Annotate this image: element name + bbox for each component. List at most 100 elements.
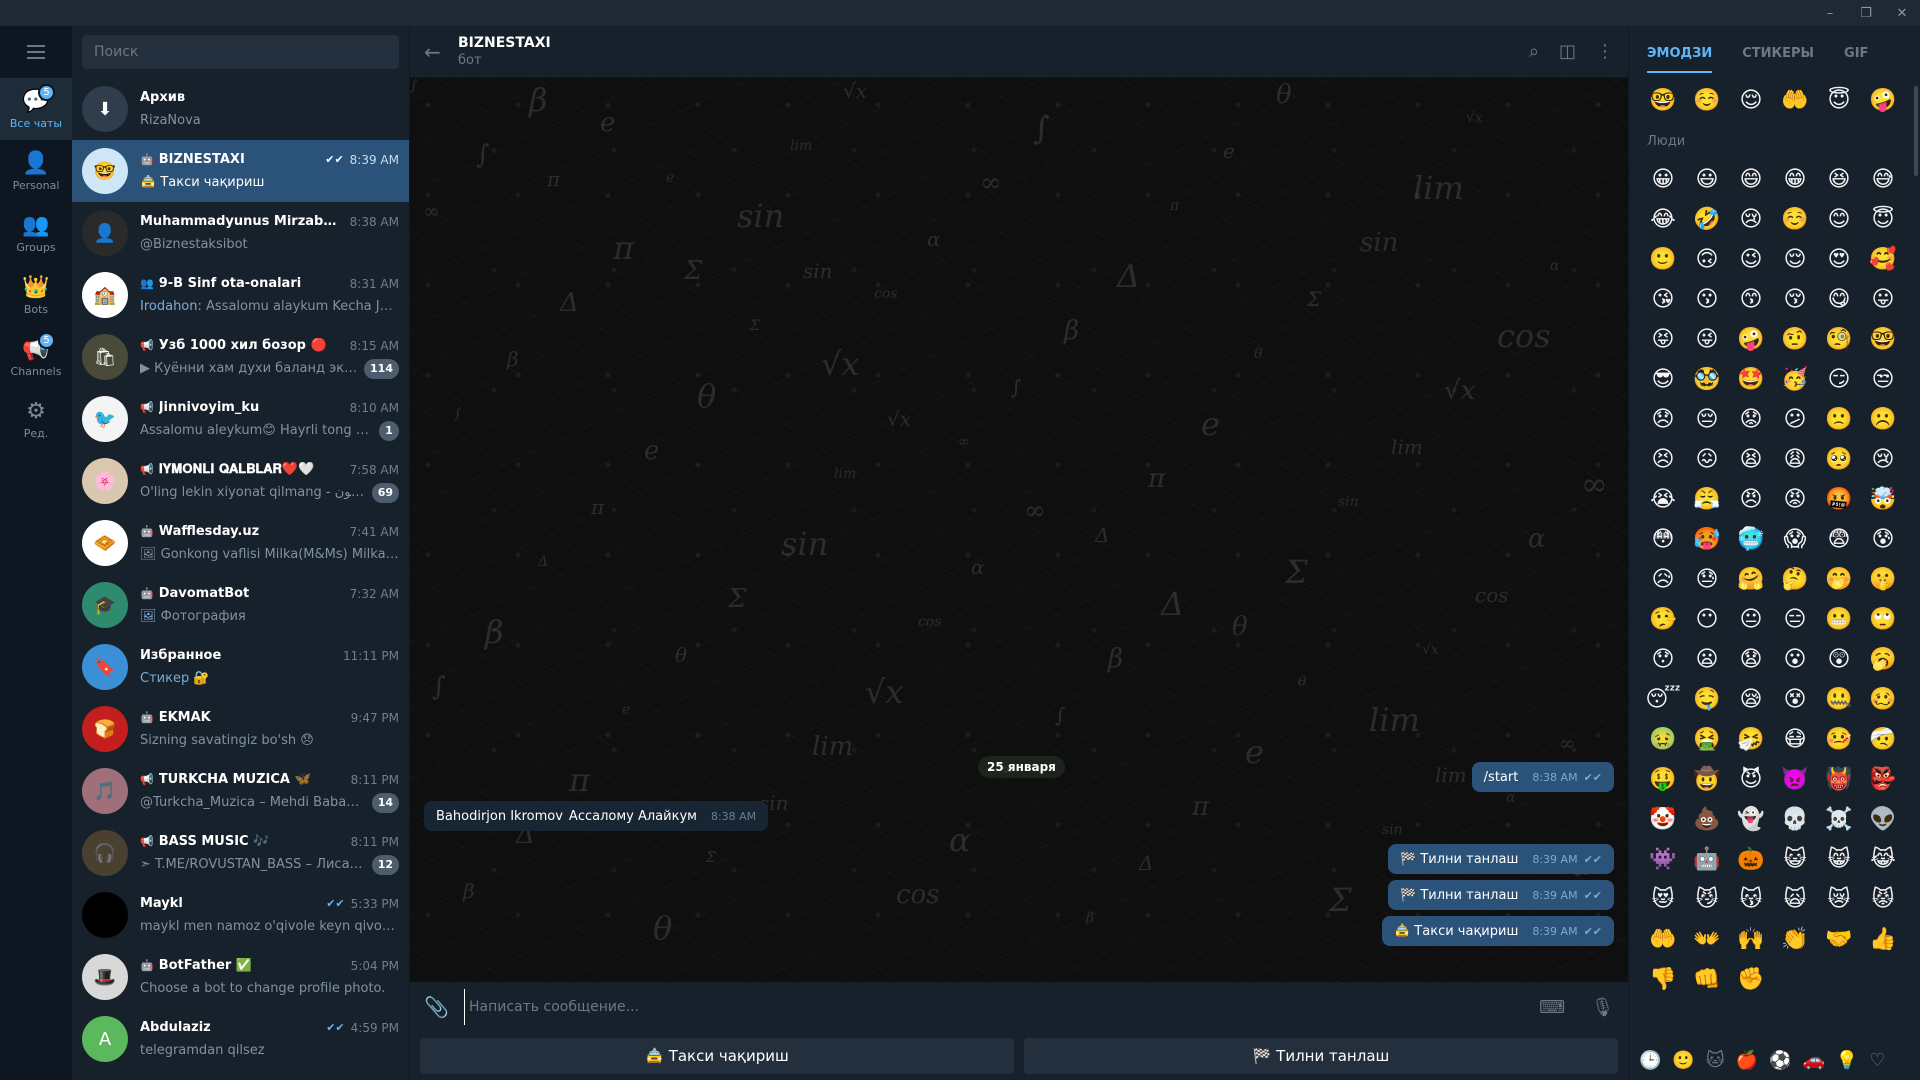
emoji-item[interactable]: 🙂 bbox=[1641, 239, 1685, 279]
maximize-button[interactable]: ❐ bbox=[1848, 0, 1884, 26]
sport-icon[interactable]: ⚽ bbox=[1769, 1050, 1791, 1071]
folder-item-5[interactable]: ⚙ Ред. bbox=[0, 388, 72, 450]
emoji-item[interactable]: 😊 bbox=[1817, 199, 1861, 239]
emoji-item[interactable]: 😌 bbox=[1729, 80, 1773, 120]
emoji-item[interactable]: 🤓 bbox=[1861, 319, 1905, 359]
emoji-item[interactable]: 🤔 bbox=[1773, 559, 1817, 599]
emoji-item[interactable]: 😯 bbox=[1641, 639, 1685, 679]
emoji-item[interactable]: 🥵 bbox=[1685, 519, 1729, 559]
outgoing-message[interactable]: /start 8:38 AM ✔✔ bbox=[1471, 762, 1614, 792]
emoji-item[interactable]: 😽 bbox=[1729, 879, 1773, 919]
emoji-item[interactable]: 🤣 bbox=[1685, 199, 1729, 239]
outgoing-message[interactable]: 🏁 Тилни танлаш 8:39 AM ✔✔ bbox=[1388, 880, 1614, 910]
paperclip-icon[interactable]: 📎 bbox=[424, 995, 454, 1019]
emoji-item[interactable]: 😑 bbox=[1773, 599, 1817, 639]
emoji-item[interactable]: 🤥 bbox=[1641, 599, 1685, 639]
emoji-item[interactable]: 🥳 bbox=[1773, 359, 1817, 399]
emoji-item[interactable]: 😒 bbox=[1861, 359, 1905, 399]
tab-gif[interactable]: GIF bbox=[1844, 28, 1868, 79]
microphone-icon[interactable]: 🎙 bbox=[1591, 997, 1614, 1018]
chat-list-item[interactable]: 🐦 📢 Jinnivoyim_ku 8:10 AM Assalomu aleykum😊 … bbox=[72, 388, 409, 450]
folder-item-3[interactable]: 👑 Bots bbox=[0, 264, 72, 326]
emoji-item[interactable]: 🥰 bbox=[1861, 239, 1905, 279]
emoji-item[interactable]: 😷 bbox=[1773, 719, 1817, 759]
smiley-icon[interactable]: 🙂 bbox=[1672, 1050, 1694, 1071]
emoji-item[interactable]: 🎃 bbox=[1729, 839, 1773, 879]
emoji-item[interactable]: 👿 bbox=[1773, 759, 1817, 799]
emoji-item[interactable]: 🤗 bbox=[1729, 559, 1773, 599]
emoji-item[interactable]: 😵 bbox=[1773, 679, 1817, 719]
emoji-item[interactable]: 💩 bbox=[1685, 799, 1729, 839]
keyboard-button-language[interactable]: 🏁 Тилни танлаш bbox=[1024, 1038, 1618, 1074]
chat-list-item[interactable]: 🎓 🤖 DavomatBot 7:32 AM 🖼 Фотография bbox=[72, 574, 409, 636]
emoji-item[interactable]: 😪 bbox=[1729, 679, 1773, 719]
emoji-item[interactable]: 😋 bbox=[1817, 279, 1861, 319]
emoji-item[interactable]: 🤲 bbox=[1773, 80, 1817, 120]
emoji-item[interactable]: 🤝 bbox=[1817, 919, 1861, 959]
emoji-item[interactable]: 💀 bbox=[1773, 799, 1817, 839]
close-button[interactable]: ✕ bbox=[1884, 0, 1920, 26]
chat-list-item[interactable]: 🏫 👥 9-B Sinf ota-onalari 8:31 AM Irodahon: A… bbox=[72, 264, 409, 326]
emoji-item[interactable]: 😢 bbox=[1729, 199, 1773, 239]
emoji-item[interactable]: 🤬 bbox=[1817, 479, 1861, 519]
emoji-item[interactable]: 😎 bbox=[1641, 359, 1685, 399]
emoji-item[interactable]: 😕 bbox=[1773, 399, 1817, 439]
emoji-item[interactable]: 🤪 bbox=[1729, 319, 1773, 359]
emoji-item[interactable]: 😨 bbox=[1817, 519, 1861, 559]
emoji-item[interactable]: 🙌 bbox=[1729, 919, 1773, 959]
emoji-item[interactable]: 😬 bbox=[1817, 599, 1861, 639]
emoji-item[interactable]: 😹 bbox=[1861, 839, 1905, 879]
emoji-item[interactable]: 🤒 bbox=[1817, 719, 1861, 759]
folder-item-2[interactable]: 👥 Groups bbox=[0, 202, 72, 264]
emoji-item[interactable]: 😶 bbox=[1685, 599, 1729, 639]
emoji-item[interactable]: 😰 bbox=[1861, 519, 1905, 559]
search-icon[interactable]: ⌕ bbox=[1529, 41, 1539, 62]
emoji-item[interactable]: 😂 bbox=[1641, 199, 1685, 239]
emoji-item[interactable]: 😔 bbox=[1685, 399, 1729, 439]
emoji-item[interactable]: 😠 bbox=[1729, 479, 1773, 519]
emoji-item[interactable]: 😓 bbox=[1685, 559, 1729, 599]
folder-item-1[interactable]: 👤 Personal bbox=[0, 140, 72, 202]
emoji-item[interactable]: 😃 bbox=[1685, 159, 1729, 199]
emoji-item[interactable]: 👾 bbox=[1641, 839, 1685, 879]
emoji-item[interactable]: 😢 bbox=[1861, 439, 1905, 479]
emoji-item[interactable]: 🤢 bbox=[1641, 719, 1685, 759]
emoji-item[interactable]: 🤐 bbox=[1817, 679, 1861, 719]
emoji-item[interactable]: 🧐 bbox=[1817, 319, 1861, 359]
emoji-item[interactable]: 🤑 bbox=[1641, 759, 1685, 799]
emoji-item[interactable]: 😉 bbox=[1729, 239, 1773, 279]
emoji-item[interactable]: 😗 bbox=[1685, 279, 1729, 319]
hamburger-menu-button[interactable] bbox=[0, 26, 72, 78]
chat-list-item[interactable]: 🎵 📢 TURKCHA MUZICA 🦋 8:11 PM @Turkcha_Muzica… bbox=[72, 760, 409, 822]
chat-header-info[interactable]: BIZNESTAXI бот bbox=[458, 35, 551, 68]
emoji-item[interactable]: 😿 bbox=[1817, 879, 1861, 919]
emoji-item[interactable]: 👽 bbox=[1861, 799, 1905, 839]
chat-list-item[interactable]: 🎧 📢 BASS MUSIC 🎶 8:11 PM ➣ T.ME/ROVUSTAN_BAS… bbox=[72, 822, 409, 884]
emoji-item[interactable]: 😫 bbox=[1729, 439, 1773, 479]
emoji-item[interactable]: ☹️ bbox=[1861, 399, 1905, 439]
emoji-item[interactable]: 😸 bbox=[1817, 839, 1861, 879]
emoji-item[interactable]: ✊ bbox=[1729, 959, 1773, 999]
tab-emoji[interactable]: ЭМОДЗИ bbox=[1647, 28, 1713, 79]
emoji-item[interactable]: 😩 bbox=[1773, 439, 1817, 479]
tab-stickers[interactable]: СТИКЕРЫ bbox=[1742, 28, 1814, 79]
symbol-heart-icon[interactable]: ♡ bbox=[1869, 1050, 1885, 1071]
food-icon[interactable]: 🍎 bbox=[1736, 1050, 1758, 1071]
outgoing-message[interactable]: 🚖 Такси чақириш 8:39 AM ✔✔ bbox=[1381, 916, 1614, 946]
back-arrow-icon[interactable]: ← bbox=[424, 40, 458, 64]
emoji-item[interactable]: 👐 bbox=[1685, 919, 1729, 959]
animal-icon[interactable]: 🐱 bbox=[1706, 1050, 1725, 1071]
emoji-item[interactable]: 🤩 bbox=[1729, 359, 1773, 399]
emoji-item[interactable]: 🥴 bbox=[1861, 679, 1905, 719]
emoji-item[interactable]: 👹 bbox=[1817, 759, 1861, 799]
emoji-item[interactable]: 🤪 bbox=[1861, 80, 1905, 120]
sidebar-toggle-icon[interactable]: ◫ bbox=[1559, 41, 1576, 62]
emoji-item[interactable]: ☠️ bbox=[1817, 799, 1861, 839]
emoji-item[interactable]: 😇 bbox=[1861, 199, 1905, 239]
emoji-item[interactable]: 😴 bbox=[1641, 679, 1685, 719]
emoji-item[interactable]: 😇 bbox=[1817, 80, 1861, 120]
chat-list-item[interactable]: 🧇 🤖 Wafflesday.uz 7:41 AM 🖼 Gonkong vaflisi … bbox=[72, 512, 409, 574]
emoji-item[interactable]: 🥶 bbox=[1729, 519, 1773, 559]
emoji-item[interactable]: 😞 bbox=[1641, 399, 1685, 439]
chat-list-item[interactable]: 🎩 🤖 BotFather ✅ 5:04 PM Choose a bot to chan… bbox=[72, 946, 409, 1008]
